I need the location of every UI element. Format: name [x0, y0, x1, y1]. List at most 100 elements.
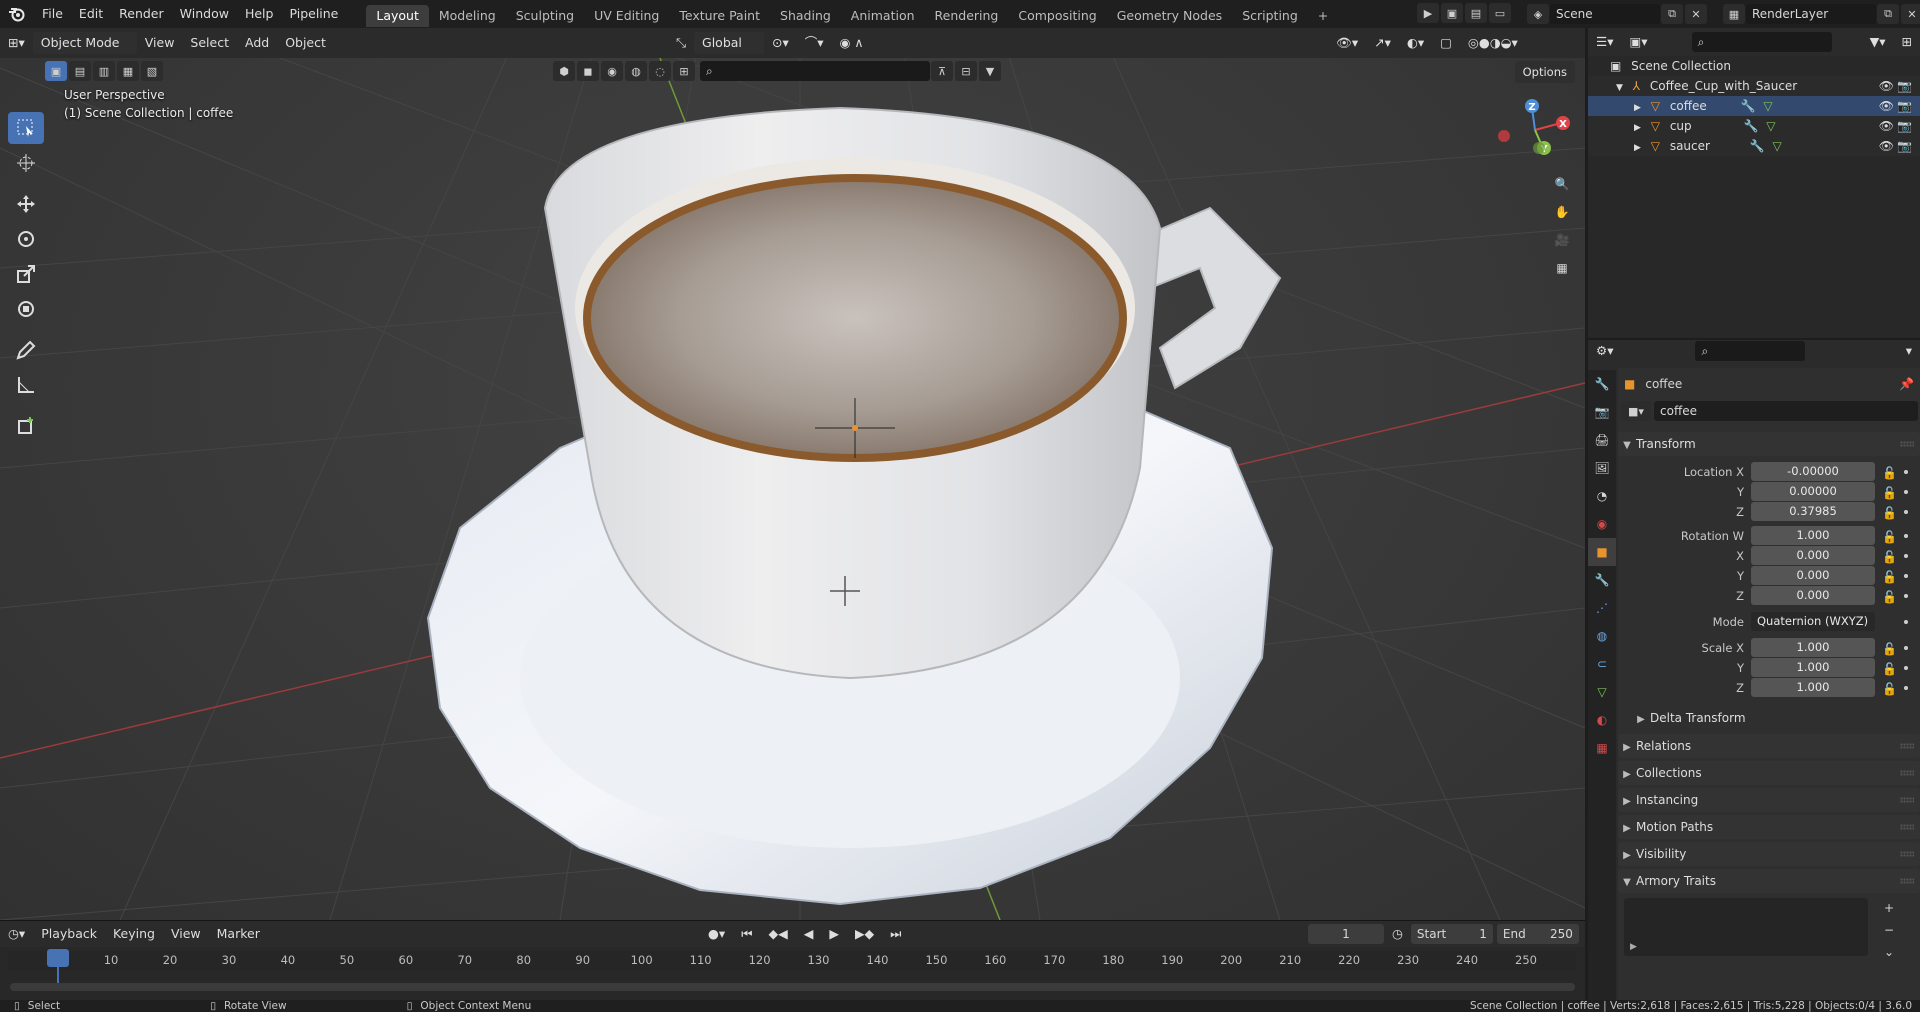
menu-edit[interactable]: Edit	[71, 0, 111, 28]
expand-right-icon[interactable]: ▶	[1634, 143, 1641, 153]
add-trait-icon[interactable]: +	[1878, 898, 1900, 918]
modifier-tab-icon[interactable]: 🔧	[1588, 566, 1616, 594]
drag-grip-icon[interactable]	[1900, 851, 1914, 857]
properties-editor-type-icon[interactable]: ⚙▾	[1588, 340, 1621, 362]
tab-rendering[interactable]: Rendering	[925, 5, 1009, 27]
menu-pipeline[interactable]: Pipeline	[281, 0, 346, 28]
expand-down-icon[interactable]: ▼	[1616, 83, 1623, 93]
jump-end-icon[interactable]: ⏭	[882, 923, 909, 945]
world-icon[interactable]: ◌	[649, 61, 671, 81]
lock-icon[interactable]: 🔓	[1882, 550, 1897, 564]
bookmark-icon[interactable]: ⊼	[931, 61, 953, 81]
keyframe-dot-icon[interactable]	[1904, 620, 1908, 624]
tab-modeling[interactable]: Modeling	[429, 5, 506, 27]
new-collection-icon[interactable]: ⊞	[1894, 31, 1920, 53]
menu-playback[interactable]: Playback	[33, 923, 105, 945]
options-dropdown[interactable]: Options	[1514, 61, 1575, 83]
annotate-tool[interactable]	[8, 334, 44, 366]
datablock-name-field[interactable]: coffee	[1654, 401, 1918, 421]
outliner[interactable]: ☰▾ ▣▾ ⌕ ▼▾ ⊞ ▣ Scene Collection ▼ ⅄ Coff…	[1588, 28, 1920, 338]
lock-icon[interactable]: 🔓	[1882, 486, 1897, 500]
timeline-editor[interactable]: ◷▾ Playback Keying View Marker ●▾ ⏮ ◆◀ ◀…	[0, 920, 1585, 1000]
prev-keyframe-icon[interactable]: ◆◀	[760, 923, 795, 945]
jump-start-icon[interactable]: ⏮	[733, 923, 760, 945]
drag-grip-icon[interactable]	[1900, 797, 1914, 803]
palette-icon[interactable]: ⬢	[553, 61, 575, 81]
tree-row-coffee[interactable]: ▶ ▽ coffee 🔧 ▽ 👁 📷	[1588, 96, 1920, 116]
menu-help[interactable]: Help	[237, 0, 282, 28]
menu-file[interactable]: File	[34, 0, 71, 28]
view-layer-tab-icon[interactable]: 🖼	[1588, 454, 1616, 482]
traits-list[interactable]: ▶	[1624, 898, 1868, 956]
cup-camera-icon[interactable]: 📷	[1897, 116, 1912, 136]
delete-scene-icon[interactable]: ✕	[1685, 4, 1707, 24]
menu-add[interactable]: Add	[237, 32, 277, 54]
timeline-scrollbar[interactable]	[10, 983, 1575, 991]
start-frame-field[interactable]: Start 1	[1410, 924, 1493, 944]
location-y-field[interactable]: 0.00000	[1751, 482, 1875, 501]
add-workspace-button[interactable]: +	[1308, 5, 1338, 27]
object-tab-icon[interactable]: ■	[1588, 538, 1616, 566]
menu-keying[interactable]: Keying	[105, 923, 163, 945]
3d-viewport[interactable]: ⊞▾ Object Mode View Select Add Object ⤡ …	[0, 28, 1585, 920]
filter-icon[interactable]: ▼▾	[1862, 31, 1894, 53]
rotation-mode-dropdown[interactable]: Quaternion (WXYZ)	[1751, 612, 1875, 631]
lock-icon[interactable]: 🔓	[1882, 530, 1897, 544]
layout-icon[interactable]: ⊟	[955, 61, 977, 81]
particles-tab-icon[interactable]: ⋰	[1588, 594, 1616, 622]
material-tab-icon[interactable]: ◐	[1588, 706, 1616, 734]
funnel-icon[interactable]: ▼	[979, 61, 1001, 81]
transform-tool[interactable]	[8, 293, 44, 325]
menu-timeline-view[interactable]: View	[163, 923, 209, 945]
expand-right-icon[interactable]: ▶	[1634, 103, 1641, 113]
scene-icon[interactable]: ◈	[1527, 4, 1549, 24]
material-icon[interactable]: ◉	[601, 61, 623, 81]
orientation-dropdown[interactable]: Global	[694, 32, 765, 54]
delete-view-layer-icon[interactable]: ✕	[1901, 4, 1920, 24]
tab-texture-paint[interactable]: Texture Paint	[669, 5, 770, 27]
add-cube-tool[interactable]	[8, 410, 44, 442]
hierarchy-icon[interactable]: ⊞	[673, 61, 695, 81]
select-invert-icon[interactable]: ▦	[117, 61, 139, 81]
cube-icon[interactable]: ◼	[577, 61, 599, 81]
tab-sculpting[interactable]: Sculpting	[506, 5, 584, 27]
tree-row-saucer[interactable]: ▶ ▽ saucer 🔧 ▽ 👁 📷	[1588, 136, 1920, 156]
keyframe-dot-icon[interactable]	[1904, 574, 1908, 578]
timeline-editor-type-icon[interactable]: ◷▾	[0, 923, 33, 945]
select-box-tool[interactable]	[8, 112, 44, 144]
drag-grip-icon[interactable]	[1900, 878, 1914, 884]
tab-geometry-nodes[interactable]: Geometry Nodes	[1107, 5, 1232, 27]
cup-visibility-icon[interactable]: 👁	[1879, 116, 1894, 136]
folder-icon[interactable]: ▭	[1489, 3, 1511, 23]
subpanel-delta-transform[interactable]: ▶ Delta Transform	[1632, 706, 1920, 730]
tab-layout[interactable]: Layout	[366, 4, 429, 27]
xray-icon[interactable]: ▢	[1432, 32, 1460, 54]
move-tool[interactable]	[8, 188, 44, 220]
physics-tab-icon[interactable]: ◍	[1588, 622, 1616, 650]
saucer-visibility-icon[interactable]: 👁	[1879, 136, 1894, 156]
tree-row-scene-collection[interactable]: ▣ Scene Collection	[1588, 56, 1920, 76]
record-icon[interactable]: ●▾	[700, 923, 733, 945]
timeline-ruler[interactable]: 1102030405060708090100110120130140150160…	[8, 951, 1576, 971]
keyframe-dot-icon[interactable]	[1904, 646, 1908, 650]
display-mode-icon[interactable]: ▣▾	[1621, 31, 1655, 53]
menu-select[interactable]: Select	[182, 32, 237, 54]
scale-x-field[interactable]: 1.000	[1751, 638, 1875, 657]
next-keyframe-icon[interactable]: ▶◆	[847, 923, 882, 945]
play-icon[interactable]: ▶	[821, 923, 847, 945]
keyframe-dot-icon[interactable]	[1904, 686, 1908, 690]
drag-grip-icon[interactable]	[1900, 770, 1914, 776]
outliner-search-input[interactable]: ⌕	[1691, 32, 1832, 52]
properties-options-icon[interactable]: ▾	[1898, 340, 1920, 362]
list-expand-icon[interactable]: ▶	[1630, 942, 1637, 952]
keyframe-dot-icon[interactable]	[1904, 490, 1908, 494]
tab-scripting[interactable]: Scripting	[1232, 5, 1308, 27]
tab-compositing[interactable]: Compositing	[1008, 5, 1106, 27]
location-z-field[interactable]: 0.37985	[1751, 502, 1875, 521]
trait-menu-icon[interactable]: ⌄	[1878, 942, 1900, 962]
panel-instancing[interactable]: ▶ Instancing	[1618, 788, 1920, 812]
menu-window[interactable]: Window	[172, 0, 237, 28]
collection-visibility-icon[interactable]: 👁	[1879, 76, 1894, 96]
new-scene-icon[interactable]: ⧉	[1661, 4, 1683, 24]
render-tab-icon[interactable]: 📷	[1588, 398, 1616, 426]
